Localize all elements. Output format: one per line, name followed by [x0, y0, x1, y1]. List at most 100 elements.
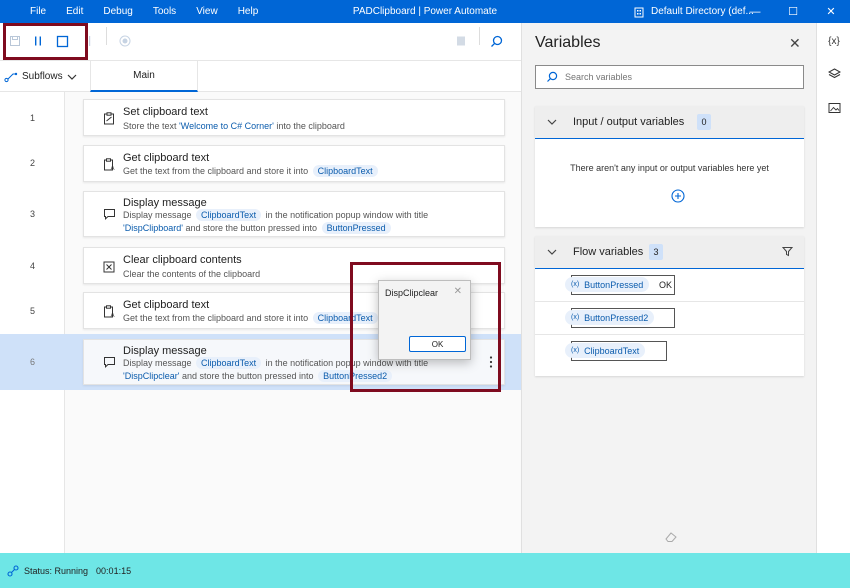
step-number: 1 [29, 113, 35, 123]
record-button[interactable] [117, 33, 133, 49]
dialog-ok-button[interactable]: OK [409, 336, 466, 352]
action-description: Get the text from the clipboard and stor… [123, 165, 380, 177]
io-count-badge: 0 [697, 114, 711, 130]
status-label: Status: Running [24, 565, 89, 576]
add-icon[interactable] [671, 189, 685, 203]
variable-pill: (x) ClipboardText [565, 343, 646, 358]
minimize-button[interactable]: — [736, 0, 774, 23]
menu-tools[interactable]: Tools [143, 6, 186, 17]
desc-literal: 'DispClipboard' [123, 223, 183, 233]
action-title: Set clipboard text [123, 106, 208, 118]
variable-name: ButtonPressed2 [584, 312, 649, 323]
clear-clipboard-icon [102, 260, 116, 274]
action-clear-clipboard[interactable]: Clear clipboard contents Clear the conte… [83, 247, 505, 284]
variable-pill: (x) ButtonPressed2 [565, 310, 655, 325]
variables-rail-button[interactable]: {x} [817, 26, 850, 56]
desc-text: Get the text from the clipboard and stor… [123, 313, 309, 323]
flow-variable-row[interactable]: (x) ClipboardText [535, 336, 804, 368]
action-description-line2: 'DispClipboard' and store the button pre… [123, 222, 393, 234]
eraser-icon[interactable] [664, 531, 678, 543]
action-display-message[interactable]: Display message Display message Clipboar… [83, 191, 505, 237]
variable-token: ClipboardText [312, 165, 378, 177]
tab-main-label: Main [133, 70, 155, 81]
menu-help[interactable]: Help [228, 6, 269, 17]
images-rail-button[interactable] [817, 93, 850, 123]
variables-title: Variables [535, 34, 601, 51]
menu-debug[interactable]: Debug [93, 6, 142, 17]
desc-literal: 'DispClipclear' [123, 371, 180, 381]
status-bar: Status: Running 00:01:15 [0, 553, 850, 588]
variable-name: ButtonPressed [584, 279, 644, 290]
step-number: 6 [29, 357, 35, 367]
tabs-row: Subflows Main [0, 61, 521, 92]
message-icon [102, 207, 116, 221]
status-timer: 00:01:15 [96, 565, 132, 576]
more-options-icon[interactable] [488, 355, 496, 371]
message-icon [102, 355, 116, 369]
action-description: Get the text from the clipboard and stor… [123, 312, 380, 324]
variable-name: ClipboardText [584, 345, 640, 356]
flow-variables-header[interactable]: Flow variables 3 [535, 236, 804, 269]
building-icon [634, 7, 644, 17]
io-variables-title: Input / output variables [573, 116, 685, 128]
tab-main[interactable]: Main [90, 61, 198, 92]
search-icon [490, 35, 502, 47]
menu-file[interactable]: File [20, 6, 56, 17]
maximize-button[interactable]: ☐ [774, 0, 812, 23]
message-dialog: DispClipclear ✕ OK [378, 280, 471, 360]
action-title: Get clipboard text [123, 299, 210, 311]
svg-text:A: A [110, 166, 114, 171]
web-recorder-button[interactable] [453, 33, 469, 49]
clipboard-get-icon: A [102, 157, 116, 171]
variable-token: ClipboardText [312, 312, 378, 324]
ui-elements-rail-button[interactable] [817, 59, 850, 89]
svg-text:A: A [110, 313, 114, 318]
desc-text: and store the button pressed into [182, 223, 318, 233]
menu-view[interactable]: View [186, 6, 228, 17]
chevron-down-icon [547, 119, 557, 125]
variables-close-button[interactable]: ✕ [789, 35, 801, 52]
dialog-close-button[interactable]: ✕ [454, 286, 462, 297]
subflows-dropdown[interactable]: Subflows [4, 61, 77, 92]
flow-variable-row[interactable]: OK (x) ButtonPressed [535, 270, 804, 302]
variables-search-box [535, 65, 804, 89]
io-empty-message: There aren't any input or output variabl… [570, 163, 769, 173]
variable-token: ButtonPressed2 [318, 370, 393, 382]
step-number: 4 [29, 261, 35, 271]
search-actions-button[interactable] [488, 33, 504, 49]
image-icon [828, 103, 840, 113]
document-icon [457, 36, 465, 46]
clipboard-get-icon: A [102, 304, 116, 318]
dialog-title: DispClipclear [385, 288, 439, 298]
variable-token: ButtonPressed [321, 222, 391, 234]
flow-variables-title: Flow variables [573, 246, 644, 258]
filter-icon[interactable] [782, 246, 793, 257]
close-window-button[interactable]: ✕ [812, 0, 850, 23]
variables-pane: Variables ✕ Input / output variables 0 T… [521, 23, 816, 553]
variable-icon: (x) [571, 281, 580, 288]
desc-text: into the clipboard [273, 121, 345, 131]
layers-icon [827, 68, 841, 79]
desc-text: in the notification popup window with ti… [265, 210, 429, 220]
desc-text: Store the text [123, 121, 180, 131]
action-description: Clear the contents of the clipboard [123, 269, 261, 279]
desc-text: Get the text from the clipboard and stor… [123, 166, 309, 176]
search-icon [547, 71, 558, 82]
action-title: Display message [123, 197, 207, 209]
flow-variable-row[interactable]: (x) ButtonPressed2 [535, 303, 804, 335]
flow-variables-section: Flow variables 3 OK (x) ButtonPressed (x)… [535, 236, 804, 376]
variable-token: ClipboardText [196, 357, 262, 369]
variables-icon: {x} [828, 35, 840, 47]
search-variables-input[interactable] [565, 72, 785, 82]
record-icon [119, 35, 131, 47]
toolbar-highlight-box [3, 23, 88, 60]
io-variables-header[interactable]: Input / output variables 0 [535, 106, 804, 139]
action-title: Clear clipboard contents [123, 254, 242, 266]
menu-edit[interactable]: Edit [56, 6, 93, 17]
desc-text: Display message [123, 358, 192, 368]
action-set-clipboard-text[interactable]: Set clipboard text Store the text 'Welco… [83, 99, 505, 136]
action-get-clipboard-text[interactable]: A Get clipboard text Get the text from t… [83, 145, 505, 182]
subflows-label: Subflows [22, 71, 63, 82]
subflow-icon [4, 72, 18, 82]
desc-text: Display message [123, 210, 192, 220]
